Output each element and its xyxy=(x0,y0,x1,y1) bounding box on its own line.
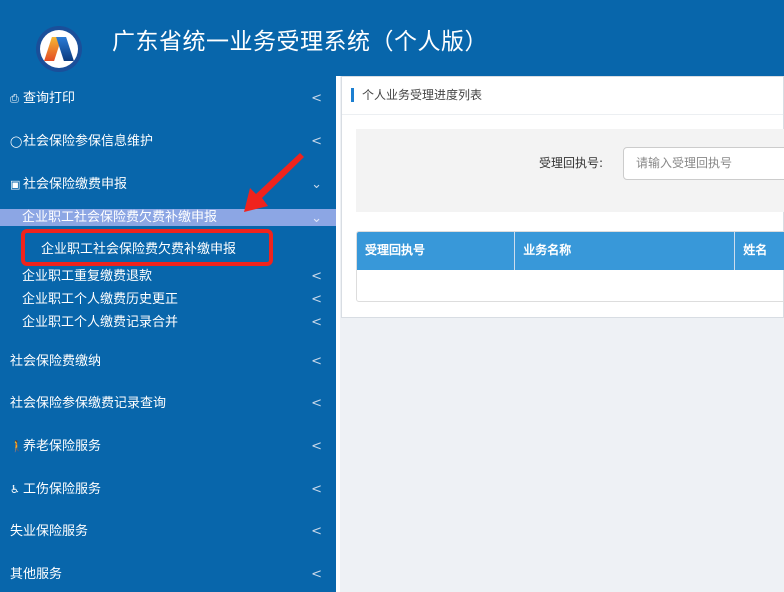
wheelchair-icon: ♿ xyxy=(10,483,20,496)
item-label: 企业职工社会保险费欠费补缴申报 xyxy=(22,209,218,225)
user-icon: ◯ xyxy=(10,135,23,148)
column-header-name[interactable]: 姓名 xyxy=(735,232,784,270)
elderly-icon: 🚶 xyxy=(10,440,24,453)
receipt-number-input[interactable]: 请输入受理回执号 xyxy=(623,147,784,180)
progress-table: 受理回执号 业务名称 姓名 xyxy=(356,231,784,302)
chevron-left-icon: < xyxy=(311,396,322,411)
progress-list-panel: 个人业务受理进度列表 受理回执号: 请输入受理回执号 受理回执号 业务名称 姓名 xyxy=(341,76,784,318)
item-label: 其他服务 xyxy=(10,567,63,582)
item-label: 查询打印 xyxy=(23,91,76,106)
sidebar-scrollbar[interactable] xyxy=(336,76,340,592)
print-icon: ⎙ xyxy=(10,92,19,105)
item-label: 养老保险服务 xyxy=(23,439,102,454)
chevron-left-icon: < xyxy=(311,354,322,369)
sidebar-item-query-print[interactable]: ⎙ 查询打印 < xyxy=(0,89,336,109)
app-title: 广东省统一业务受理系统（个人版） xyxy=(112,29,488,55)
sidebar-item-record-query[interactable]: 社会保险参保缴费记录查询 < xyxy=(0,394,336,414)
receipt-number-label: 受理回执号: xyxy=(539,156,604,170)
app-header: 广东省统一业务受理系统（个人版） xyxy=(0,0,784,76)
sidebar-item-pension[interactable]: 🚶 养老保险服务 < xyxy=(0,437,336,457)
chevron-left-icon: < xyxy=(311,91,322,106)
item-label: 社会保险参保信息维护 xyxy=(23,134,154,149)
chevron-left-icon: < xyxy=(311,134,322,149)
sidebar-subitem-history-correct[interactable]: 企业职工个人缴费历史更正 < xyxy=(0,290,336,310)
item-label: 社会保险缴费申报 xyxy=(23,177,128,192)
chevron-left-icon: < xyxy=(311,482,322,497)
annotation-arrow-icon xyxy=(244,153,304,212)
item-label: 工伤保险服务 xyxy=(23,482,102,497)
chevron-left-icon: < xyxy=(311,269,322,284)
sidebar-item-injury[interactable]: ♿ 工伤保险服务 < xyxy=(0,480,336,500)
table-header: 受理回执号 业务名称 姓名 xyxy=(357,232,784,270)
sidebar-subitem-refund[interactable]: 企业职工重复缴费退款 < xyxy=(0,267,336,287)
sidebar-subitem-arrears[interactable]: 企业职工社会保险费欠费补缴申报 xyxy=(41,238,236,257)
chevron-down-icon: ⌄ xyxy=(311,211,322,226)
chevron-left-icon: < xyxy=(311,439,322,454)
logo xyxy=(36,26,82,72)
chevron-left-icon: < xyxy=(311,567,322,582)
chevron-left-icon: < xyxy=(311,524,322,539)
chevron-left-icon: < xyxy=(311,292,322,307)
column-header-business[interactable]: 业务名称 xyxy=(515,232,736,270)
sidebar-subitem-record-merge[interactable]: 企业职工个人缴费记录合并 < xyxy=(0,313,336,333)
item-label: 社会保险参保缴费记录查询 xyxy=(10,396,167,411)
money-icon: ▣ xyxy=(10,178,21,191)
item-label: 企业职工重复缴费退款 xyxy=(22,269,153,284)
item-label: 社会保险费缴纳 xyxy=(10,354,102,369)
panel-title: 个人业务受理进度列表 xyxy=(342,77,783,115)
column-header-receipt[interactable]: 受理回执号 xyxy=(357,232,516,270)
sidebar-item-other[interactable]: 其他服务 < xyxy=(0,565,336,585)
item-label: 企业职工个人缴费记录合并 xyxy=(22,315,179,330)
search-area: 受理回执号: 请输入受理回执号 xyxy=(356,129,784,212)
sidebar-item-insurance-info[interactable]: ◯ 社会保险参保信息维护 < xyxy=(0,132,336,152)
sidebar-item-unemployment[interactable]: 失业保险服务 < xyxy=(0,522,336,542)
chevron-down-icon: ⌄ xyxy=(311,177,322,192)
item-label: 企业职工个人缴费历史更正 xyxy=(22,292,179,307)
chevron-left-icon: < xyxy=(311,315,322,330)
item-label: 失业保险服务 xyxy=(10,524,89,539)
sidebar-item-fee-payment[interactable]: 社会保险费缴纳 < xyxy=(0,352,336,372)
